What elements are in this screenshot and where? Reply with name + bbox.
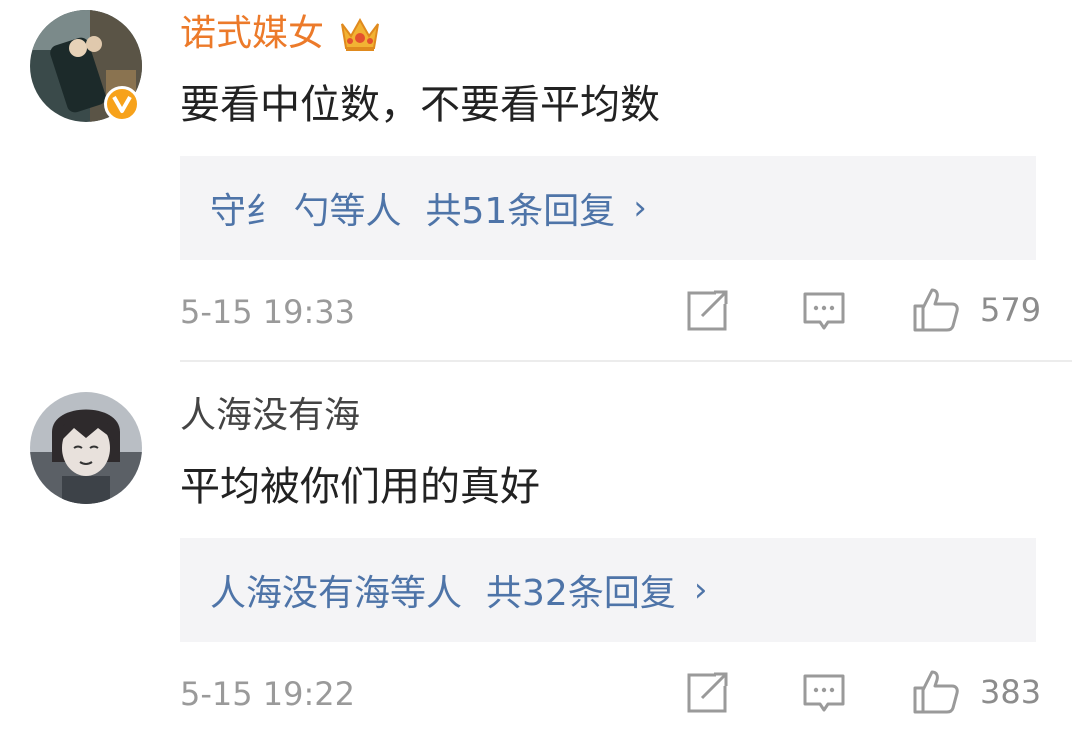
comment-text: 平均被你们用的真好 (180, 464, 540, 510)
comment-button[interactable] (802, 672, 846, 716)
avatar[interactable] (30, 392, 142, 504)
chevron-right-icon: › (633, 188, 647, 228)
comment-item: 人海没有海 平均被你们用的真好 人海没有海等人 共32条回复 › 5-15 19… (0, 362, 1072, 737)
timestamp: 5-15 19:33 (180, 293, 356, 331)
like-button[interactable]: 579 (912, 286, 1041, 334)
thumbs-up-icon (913, 288, 959, 332)
comment-text: 要看中位数，不要看平均数 (180, 82, 660, 128)
thumbs-up-icon (913, 670, 959, 714)
like-count: 383 (980, 673, 1042, 711)
comment-button[interactable] (802, 290, 846, 334)
crown-icon (338, 14, 382, 54)
like-count: 579 (980, 291, 1042, 329)
comment-item: 诺式媒女 要看中位数，不要看平均数 守纟 勺等人 共51条回复 › 5-15 1… (0, 0, 1072, 360)
replies-names: 人海没有海等人 (210, 573, 463, 614)
replies-link[interactable]: 守纟 勺等人 共51条回复 › (180, 156, 1036, 260)
timestamp: 5-15 19:22 (180, 675, 356, 713)
comment-icon (803, 292, 845, 330)
replies-names: 守纟 勺等人 (210, 191, 402, 232)
replies-count: 共32条回复 (486, 573, 676, 614)
chevron-right-icon: › (693, 570, 708, 610)
share-icon (687, 290, 728, 331)
username-text[interactable]: 诺式媒女 (180, 12, 324, 56)
share-button[interactable] (686, 290, 730, 332)
username[interactable]: 人海没有海 (180, 394, 360, 438)
like-button[interactable]: 383 (912, 668, 1041, 716)
share-icon (687, 672, 728, 713)
username[interactable]: 诺式媒女 (180, 12, 382, 56)
replies-link[interactable]: 人海没有海等人 共32条回复 › (180, 538, 1036, 642)
comment-icon (803, 674, 845, 712)
verified-badge-icon (104, 86, 140, 122)
share-button[interactable] (686, 672, 730, 714)
username-text[interactable]: 人海没有海 (180, 394, 360, 438)
replies-count: 共51条回复 (425, 191, 616, 232)
